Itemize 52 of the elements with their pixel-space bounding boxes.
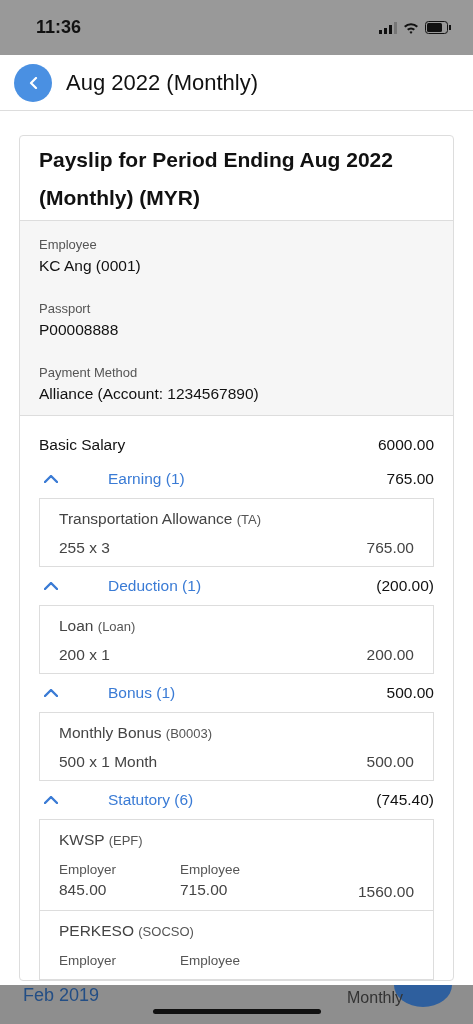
group-total: (745.40) xyxy=(376,791,434,809)
item-code: (EPF) xyxy=(108,833,143,848)
group-total: 765.00 xyxy=(386,470,434,488)
group-total: (200.00) xyxy=(376,577,434,595)
chevron-up-icon[interactable] xyxy=(44,475,58,483)
group-toggle[interactable]: Deduction (1) xyxy=(108,577,377,595)
item-code: (Loan) xyxy=(97,619,136,634)
contribution-amount: 715.00 xyxy=(180,880,229,900)
page-title: Aug 2022 (Monthly) xyxy=(66,69,258,96)
period-label: Feb 2019 xyxy=(23,985,100,1006)
contribution-label: Employer xyxy=(59,861,118,879)
wifi-icon xyxy=(403,21,419,34)
basic-salary-label: Basic Salary xyxy=(39,436,126,454)
basic-salary-amount: 6000.00 xyxy=(377,436,434,454)
contribution-label: Employer xyxy=(59,952,118,970)
item-amount: 1560.00 xyxy=(357,883,414,901)
field-value: KC Ang (0001) xyxy=(39,256,142,276)
item-name: Transportation Allowance xyxy=(59,510,233,527)
field-label: Payment Method xyxy=(39,364,139,382)
item-name: Loan xyxy=(59,617,94,634)
item-code: (B0003) xyxy=(165,726,213,741)
signal-icon xyxy=(379,21,397,34)
group-total: 500.00 xyxy=(386,684,434,702)
item-formula: 200 x 1 xyxy=(59,646,110,664)
item-formula: 255 x 3 xyxy=(59,539,110,557)
contribution-label: Employee xyxy=(180,861,242,879)
item-amount: 200.00 xyxy=(366,646,414,664)
chevron-up-icon[interactable] xyxy=(44,689,58,697)
item-code: (SOCSO) xyxy=(138,924,194,939)
status-time: 11:36 xyxy=(36,17,83,38)
field-label: Passport xyxy=(39,300,92,318)
chevron-up-icon[interactable] xyxy=(44,796,58,804)
chevron-left-icon xyxy=(28,76,38,89)
field-label: Employee xyxy=(39,236,98,254)
item-amount: 765.00 xyxy=(366,539,414,557)
field-value: Alliance (Account: 1234567890) xyxy=(39,384,260,404)
item-amount: 500.00 xyxy=(366,753,414,771)
item-code: (TA) xyxy=(236,512,262,527)
field-value: P00008888 xyxy=(39,320,120,340)
back-button[interactable] xyxy=(14,63,52,102)
contribution-amount: 845.00 xyxy=(59,880,108,900)
item-name: Monthly Bonus xyxy=(59,724,162,741)
group-toggle[interactable]: Statutory (6) xyxy=(108,791,377,809)
contribution-label: Employee xyxy=(180,952,242,970)
chevron-up-icon[interactable] xyxy=(44,582,58,590)
frequency-label: Monthly xyxy=(347,989,404,1007)
group-toggle[interactable]: Bonus (1) xyxy=(108,684,387,702)
item-name: PERKESO xyxy=(59,922,134,939)
group-toggle[interactable]: Earning (1) xyxy=(108,470,387,488)
battery-icon xyxy=(425,21,451,34)
item-name: KWSP xyxy=(59,831,105,848)
item-formula: 500 x 1 Month xyxy=(59,753,158,771)
